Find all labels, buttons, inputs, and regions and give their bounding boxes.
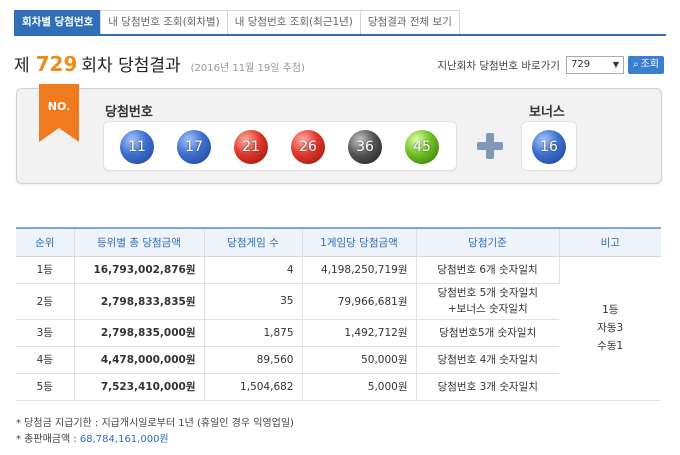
criteria-line: +보너스 숫자일치 <box>447 303 528 315</box>
cell-each: 4,198,250,719원 <box>302 256 417 284</box>
plus-icon <box>477 133 503 159</box>
number-ball-3: 21 <box>234 130 268 164</box>
cell-each: 50,000원 <box>302 346 417 374</box>
badge-text: NO. <box>48 100 71 113</box>
draw-date: (2016년 11월 19일 추첨) <box>190 63 305 74</box>
note-line: 수동1 <box>597 340 624 352</box>
winning-numbers-panel: NO. 당첨번호 보너스 11 17 21 26 36 45 16 <box>16 84 662 184</box>
note-line: 1등 <box>602 304 619 316</box>
cell-rank: 4등 <box>16 346 75 374</box>
cell-total: 16,793,002,876원 <box>74 256 205 284</box>
page-title: 제 729 회차 당첨결과 (2016년 11월 19일 추첨) <box>14 51 305 77</box>
cell-each: 79,966,681원 <box>302 283 417 320</box>
cell-each: 5,000원 <box>302 373 417 401</box>
total-sales-note: * 총판매금액 : 68,784,161,000원 <box>16 432 294 448</box>
cell-count: 89,560 <box>204 346 303 374</box>
tab-my-numbers-by-round[interactable]: 내 당첨번호 조회(회차별) <box>100 10 228 34</box>
chevron-down-icon: ▼ <box>612 60 619 69</box>
cell-count: 1,875 <box>204 319 303 347</box>
col-header-total: 등위별 총 당첨금액 <box>74 227 205 257</box>
bonus-label: 보너스 <box>529 105 565 120</box>
search-icon: ⌕ <box>632 59 639 70</box>
col-header-rank: 순위 <box>16 227 75 257</box>
table-row: 1등 16,793,002,876원 4 4,198,250,719원 당첨번호… <box>16 256 661 401</box>
round-number: 729 <box>35 52 78 76</box>
cell-count: 4 <box>204 256 303 284</box>
cell-criteria: 당첨번호 3개 숫자일치 <box>416 373 559 401</box>
round-select[interactable]: 729 ▼ <box>565 56 624 74</box>
cell-count: 35 <box>204 283 303 320</box>
number-ball-1: 11 <box>120 130 154 164</box>
cell-criteria: 당첨번호 5개 숫자일치 +보너스 숫자일치 <box>416 283 559 320</box>
cell-note: 1등 자동3 수동1 <box>559 256 661 401</box>
numbers-box: 11 17 21 26 36 45 <box>103 121 457 171</box>
round-jump-label: 지난회차 당첨번호 바로가기 <box>437 59 560 72</box>
cell-criteria: 당첨번호 6개 숫자일치 <box>416 256 560 284</box>
total-sales-value: 68,784,161,000원 <box>79 434 169 445</box>
bonus-ball: 16 <box>532 130 566 164</box>
cell-rank: 1등 <box>16 256 75 284</box>
tab-my-numbers-last-year[interactable]: 내 당첨번호 조회(최근1년) <box>226 10 361 34</box>
number-ball-5: 36 <box>348 130 382 164</box>
number-ball-6: 45 <box>405 130 439 164</box>
search-button-label: 조회 <box>640 59 659 70</box>
note-line: 자동3 <box>597 322 624 334</box>
bonus-box: 16 <box>521 121 577 171</box>
cell-total: 4,478,000,000원 <box>74 346 205 374</box>
no-ribbon-icon: NO. <box>39 84 79 142</box>
footnotes: * 당첨금 지급기한 : 지급개시일로부터 1년 (휴일인 경우 익영업일) *… <box>16 416 294 448</box>
number-ball-2: 17 <box>177 130 211 164</box>
table-header-row: 순위 등위별 총 당첨금액 당첨게임 수 1게임당 당첨금액 당첨기준 비고 <box>16 227 661 257</box>
cell-total: 7,523,410,000원 <box>74 373 205 401</box>
col-header-note: 비고 <box>559 227 661 257</box>
cell-criteria: 당첨번호5개 숫자일치 <box>416 319 559 347</box>
cell-count: 1,504,682 <box>204 373 303 401</box>
col-header-each: 1게임당 당첨금액 <box>302 227 417 257</box>
tab-bar: 회차별 당첨번호 내 당첨번호 조회(회차별) 내 당첨번호 조회(최근1년) … <box>14 10 666 36</box>
round-jump: 지난회차 당첨번호 바로가기 729 ▼ ⌕ 조회 <box>437 56 664 74</box>
number-ball-4: 26 <box>291 130 325 164</box>
cell-each: 1,492,712원 <box>302 319 417 347</box>
criteria-line: 당첨번호 5개 숫자일치 <box>437 287 538 299</box>
total-sales-label: * 총판매금액 : <box>16 434 80 445</box>
cell-rank: 5등 <box>16 373 75 401</box>
cell-rank: 2등 <box>16 283 75 320</box>
title-prefix: 제 <box>14 56 30 76</box>
col-header-count: 당첨게임 수 <box>204 227 303 257</box>
col-header-criteria: 당첨기준 <box>416 227 560 257</box>
payout-deadline-note: * 당첨금 지급기한 : 지급개시일로부터 1년 (휴일인 경우 익영업일) <box>16 418 294 429</box>
tab-round-results[interactable]: 회차별 당첨번호 <box>14 10 102 34</box>
cell-total: 2,798,835,000원 <box>74 319 205 347</box>
tab-all-results[interactable]: 당첨결과 전체 보기 <box>359 10 460 34</box>
numbers-label: 당첨번호 <box>105 105 153 120</box>
cell-criteria: 당첨번호 4개 숫자일치 <box>416 346 559 374</box>
title-suffix: 회차 당첨결과 <box>81 56 181 76</box>
search-button[interactable]: ⌕ 조회 <box>627 56 664 74</box>
prize-table: 순위 등위별 총 당첨금액 당첨게임 수 1게임당 당첨금액 당첨기준 비고 1… <box>16 227 661 401</box>
cell-rank: 3등 <box>16 319 75 347</box>
cell-total: 2,798,833,835원 <box>74 283 205 320</box>
round-select-value: 729 <box>570 59 591 70</box>
